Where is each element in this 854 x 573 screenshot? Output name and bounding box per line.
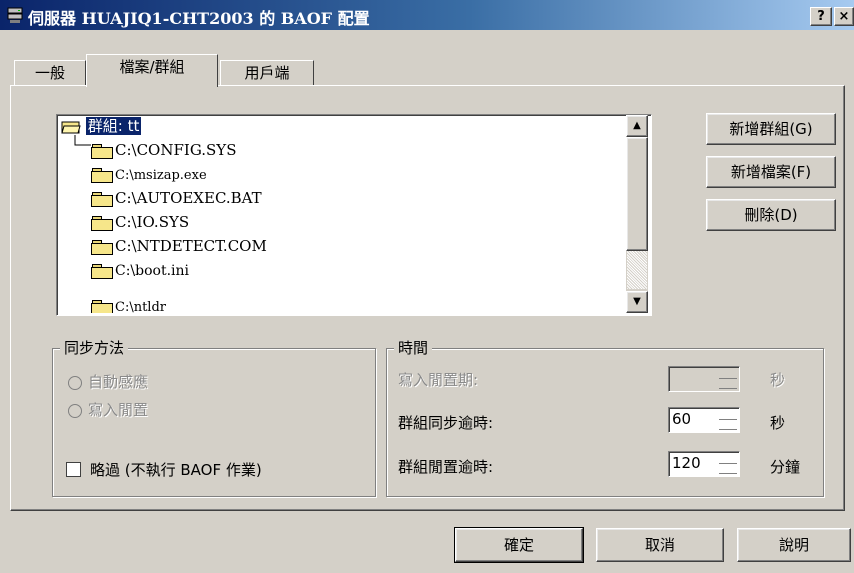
folder-icon (91, 144, 113, 159)
skip-label: 略過 (不執行 BAOF 作業) (90, 461, 262, 479)
folder-icon (91, 264, 113, 279)
radio-write-idle[interactable]: 寫入閒置 (68, 399, 148, 420)
spinner-icon[interactable] (719, 410, 737, 430)
idle-timeout-spinbox[interactable]: 120 (668, 451, 740, 477)
close-icon[interactable]: × (834, 7, 854, 26)
folder-icon (91, 192, 113, 207)
sync-timeout-label: 群組同步逾時: (398, 414, 494, 432)
radio-button-icon (68, 403, 82, 418)
sync-method-title: 同步方法 (60, 337, 129, 358)
server-icon (7, 7, 23, 23)
folder-icon (91, 216, 113, 231)
write-idle-label: 寫入閒置期: (398, 371, 479, 389)
file-item[interactable]: C:\ntldr (91, 299, 166, 313)
file-item[interactable]: C:\NTDETECT.COM (91, 235, 267, 257)
spinner-icon[interactable] (719, 369, 737, 389)
delete-button[interactable]: 刪除(D) (706, 199, 836, 231)
file-item[interactable]: C:\IO.SYS (91, 211, 189, 233)
ok-button[interactable]: 確定 (454, 527, 584, 563)
sync-timeout-unit: 秒 (770, 414, 786, 432)
scroll-thumb[interactable] (626, 137, 648, 251)
spinner-icon[interactable] (719, 454, 737, 474)
radio-auto[interactable]: 自動感應 (68, 371, 148, 392)
add-file-button[interactable]: 新增檔案(F) (706, 156, 836, 188)
group-item[interactable]: 群組: tt (61, 115, 142, 137)
file-item[interactable]: C:\CONFIG.SYS (91, 139, 237, 161)
cancel-button[interactable]: 取消 (596, 528, 724, 562)
title-bar[interactable]: 伺服器 HUAJIQ1-CHT2003 的 BAOF 配置 ? × (0, 0, 854, 30)
help-button[interactable]: 說明 (737, 528, 851, 562)
timing-title: 時間 (394, 337, 433, 358)
window-title: 伺服器 HUAJIQ1-CHT2003 的 BAOF 配置 (28, 9, 370, 28)
skip-checkbox[interactable] (66, 462, 81, 477)
idle-timeout-unit: 分鐘 (770, 458, 801, 476)
scroll-down-icon[interactable]: ▼ (626, 291, 648, 313)
file-item[interactable]: C:\msizap.exe (91, 163, 207, 185)
open-folder-icon (61, 121, 81, 134)
folder-icon (91, 168, 113, 183)
group-label: 群組: tt (85, 117, 142, 135)
scroll-up-icon[interactable]: ▲ (626, 115, 648, 137)
list-scrollbar[interactable]: ▲ ▼ (626, 115, 648, 313)
write-idle-unit: 秒 (770, 371, 786, 389)
file-item[interactable]: C:\boot.ini (91, 259, 189, 281)
folder-icon (91, 300, 113, 313)
tab-files-groups[interactable]: 檔案/群組 (86, 54, 218, 87)
tab-general[interactable]: 一般 (14, 60, 86, 87)
tab-clients[interactable]: 用戶端 (220, 60, 314, 87)
scroll-track[interactable] (627, 251, 647, 289)
add-group-button[interactable]: 新增群組(G) (706, 113, 836, 145)
radio-button-icon (68, 375, 82, 390)
help-icon[interactable]: ? (810, 7, 832, 26)
idle-timeout-label: 群組閒置逾時: (398, 458, 494, 476)
sync-timeout-spinbox[interactable]: 60 (668, 407, 740, 433)
file-item[interactable]: C:\AUTOEXEC.BAT (91, 187, 262, 209)
tree-connector (74, 135, 91, 146)
write-idle-spinbox[interactable] (668, 366, 740, 392)
folder-icon (91, 240, 113, 255)
file-group-list[interactable]: 群組: tt C:\CONFIG.SYS C:\msizap.exe C:\AU… (56, 114, 652, 316)
